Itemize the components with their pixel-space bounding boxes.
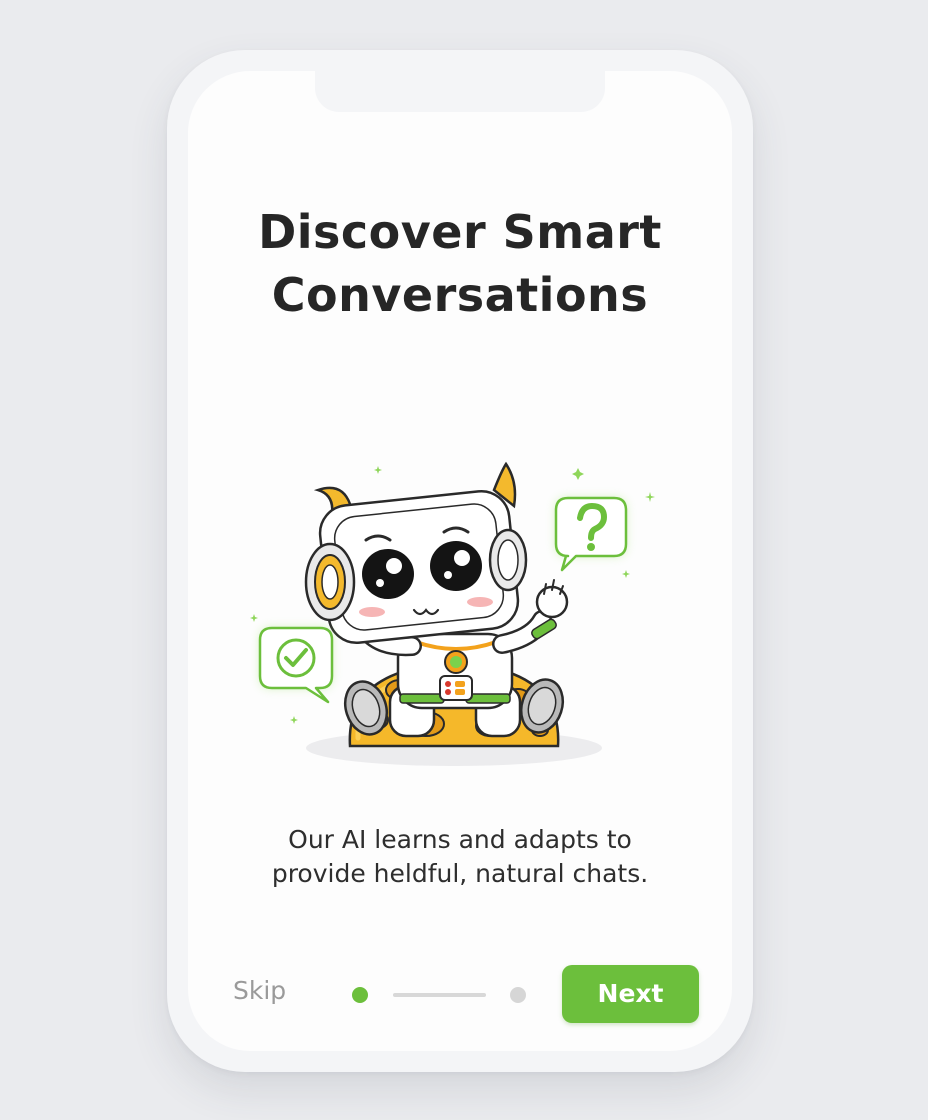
title-line-1: Discover Smart [258, 205, 662, 259]
page-title: Discover Smart Conversations [188, 201, 732, 327]
phone-notch [315, 71, 605, 112]
title-line-2: Conversations [271, 268, 649, 322]
robot-head [304, 489, 528, 645]
onboarding-description: Our AI learns and adapts to provide held… [188, 823, 732, 891]
check-mark-icon [258, 626, 334, 704]
page-indicator-dot-active [352, 987, 368, 1003]
next-button[interactable]: Next [562, 965, 699, 1023]
description-line-1: Our AI learns and adapts to [288, 825, 632, 854]
page-indicator-track [393, 993, 486, 997]
page-indicator-dot-inactive [510, 987, 526, 1003]
skip-button[interactable]: Skip [233, 976, 286, 1005]
robot-illustration [250, 461, 655, 766]
onboarding-screen: Discover Smart Conversations Our AI lear… [188, 71, 732, 1051]
description-line-2: provide heldful, natural chats. [271, 859, 649, 888]
question-mark-icon [554, 496, 628, 572]
